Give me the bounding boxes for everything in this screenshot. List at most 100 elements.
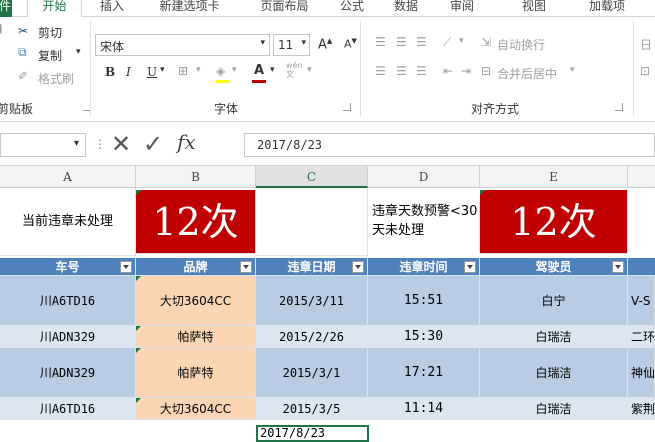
header-time[interactable]: 违章时间 <box>368 258 480 276</box>
formula-input[interactable]: 2017/8/23 <box>244 133 655 157</box>
font-size-select[interactable]: 11 ▾ <box>273 34 310 56</box>
font-name-select[interactable]: 宋体 ▾ <box>95 34 270 56</box>
cell-driver[interactable]: 白瑞洁 <box>480 326 628 348</box>
tab-home[interactable]: 开始 <box>27 0 82 17</box>
align-bottom-icon[interactable]: ☰ <box>416 35 427 49</box>
column-header-a[interactable]: A <box>0 166 136 188</box>
header-extra[interactable] <box>628 258 655 276</box>
paste-icon[interactable]: ▮ <box>0 21 3 35</box>
chevron-down-icon[interactable]: ▾ <box>307 65 312 75</box>
summary-label[interactable]: 当前违章未处理 <box>0 188 136 256</box>
filter-dropdown-icon[interactable] <box>464 261 476 273</box>
grow-font-icon[interactable]: A▲ <box>318 37 332 52</box>
cell-date[interactable]: 2015/3/5 <box>256 398 368 420</box>
cell-date[interactable]: 2015/3/11 <box>256 276 368 326</box>
tab-view[interactable]: 视图 <box>514 0 554 17</box>
align-top-icon[interactable]: ☰ <box>375 35 386 49</box>
warning-label[interactable]: 违章天数预警<30天未处理 <box>368 202 480 252</box>
copy-button[interactable]: 复制 <box>38 47 62 64</box>
chevron-down-icon[interactable]: ▾ <box>270 65 275 75</box>
header-date[interactable]: 违章日期 <box>256 258 368 276</box>
filter-dropdown-icon[interactable] <box>612 261 624 273</box>
cell-plate[interactable]: 川A6TD16 <box>0 398 136 420</box>
cell-brand[interactable]: 帕萨特 <box>136 348 256 398</box>
number-format-select[interactable]: 日 <box>640 36 652 53</box>
column-header-b[interactable]: B <box>136 166 256 188</box>
name-box[interactable]: ▾ <box>0 133 86 157</box>
cell-plate[interactable]: 川ADN329 <box>0 326 136 348</box>
count-cell-b[interactable]: 12次 <box>136 190 256 254</box>
chevron-down-icon[interactable]: ▾ <box>74 138 79 149</box>
empty-cell-c[interactable] <box>256 188 368 256</box>
underline-button[interactable]: U <box>147 65 157 79</box>
column-header-c[interactable]: C <box>256 166 368 188</box>
cell-date[interactable]: 2015/2/26 <box>256 326 368 348</box>
column-header-d[interactable]: D <box>368 166 480 188</box>
cell-plate[interactable]: 川A6TD16 <box>0 276 136 326</box>
border-icon[interactable]: ⊞ <box>178 64 188 78</box>
shrink-font-icon[interactable]: A▼ <box>344 37 357 51</box>
filter-dropdown-icon[interactable] <box>120 261 132 273</box>
cell-time[interactable]: 11:14 <box>368 398 480 420</box>
font-launcher-icon[interactable] <box>343 103 351 111</box>
enter-icon[interactable]: ✓ <box>143 130 163 158</box>
copy-icon[interactable]: ⧉ <box>18 45 27 60</box>
chevron-down-icon[interactable]: ▾ <box>196 65 201 75</box>
header-plate[interactable]: 车号 <box>0 258 136 276</box>
painter-icon[interactable]: ✐ <box>18 69 28 83</box>
currency-icon[interactable]: ⊡ <box>640 64 650 78</box>
cell-extra[interactable]: 神仙 <box>628 348 655 398</box>
copy-dropdown-icon[interactable]: ▾ <box>76 47 81 57</box>
merge-center-button[interactable]: 合并后居中 <box>497 65 557 82</box>
column-header-f[interactable] <box>628 166 655 188</box>
chevron-down-icon[interactable]: ▾ <box>459 36 464 46</box>
column-header-e[interactable]: E <box>480 166 628 188</box>
cell-brand[interactable]: 大切3604CC <box>136 398 256 420</box>
tab-data[interactable]: 数据 <box>386 0 426 17</box>
cell-time[interactable]: 15:30 <box>368 326 480 348</box>
format-painter-button[interactable]: 格式刷 <box>38 70 74 87</box>
tab-formulas[interactable]: 公式 <box>332 0 372 17</box>
cell-date[interactable]: 2015/3/1 <box>256 348 368 398</box>
fill-color-icon[interactable]: ◈ <box>216 64 225 78</box>
cell-time[interactable]: 15:51 <box>368 276 480 326</box>
cell-time[interactable]: 17:21 <box>368 348 480 398</box>
filter-dropdown-icon[interactable] <box>352 261 364 273</box>
sheet-grid[interactable]: 当前违章未处理 12次 违章天数预警<30天未处理 12次 车号 品牌 违章日期… <box>0 188 655 442</box>
chevron-down-icon[interactable]: ▾ <box>570 65 575 75</box>
header-brand[interactable]: 品牌 <box>136 258 256 276</box>
tab-insert[interactable]: 插入 <box>92 0 132 17</box>
cut-button[interactable]: 剪切 <box>38 24 62 41</box>
cell-brand[interactable]: 大切3604CC <box>136 276 256 326</box>
decrease-indent-icon[interactable]: ⇤ <box>443 64 453 78</box>
tab-new[interactable]: 新建选项卡 <box>147 0 232 17</box>
align-left-icon[interactable]: ☰ <box>375 64 386 78</box>
cell-driver[interactable]: 白宁 <box>480 276 628 326</box>
header-driver[interactable]: 驾驶员 <box>480 258 628 276</box>
chevron-down-icon[interactable]: ▾ <box>160 65 165 75</box>
align-middle-icon[interactable]: ☰ <box>396 35 407 49</box>
chevron-down-icon[interactable]: ▾ <box>232 65 237 75</box>
orientation-icon[interactable]: ⟋ <box>443 35 451 50</box>
cell-brand[interactable]: 帕萨特 <box>136 326 256 348</box>
merge-icon[interactable]: ⊟ <box>481 64 491 78</box>
tab-file[interactable]: 文件 <box>0 0 12 17</box>
cell-driver[interactable]: 白瑞洁 <box>480 398 628 420</box>
align-center-icon[interactable]: ☰ <box>396 64 407 78</box>
wrap-text-button[interactable]: 自动换行 <box>497 36 545 53</box>
cell-editor[interactable]: 2017/8/23 <box>256 425 369 442</box>
increase-indent-icon[interactable]: ⇥ <box>461 64 471 78</box>
align-right-icon[interactable]: ☰ <box>416 64 427 78</box>
cell-plate[interactable]: 川ADN329 <box>0 348 136 398</box>
cell-driver[interactable]: 白瑞洁 <box>480 348 628 398</box>
cut-icon[interactable]: ✂ <box>18 24 28 38</box>
wrap-text-icon[interactable]: ⇲ <box>481 35 491 49</box>
tab-review[interactable]: 审阅 <box>442 0 482 17</box>
italic-button[interactable]: I <box>126 65 131 79</box>
cell-extra[interactable]: V-S <box>628 276 655 326</box>
bold-button[interactable]: B <box>105 65 115 79</box>
insert-function-button[interactable]: fx <box>177 130 196 154</box>
cancel-icon[interactable]: ✕ <box>111 130 131 158</box>
tab-page-layout[interactable]: 页面布局 <box>252 0 317 17</box>
cell-extra[interactable]: 二环 <box>628 326 655 348</box>
